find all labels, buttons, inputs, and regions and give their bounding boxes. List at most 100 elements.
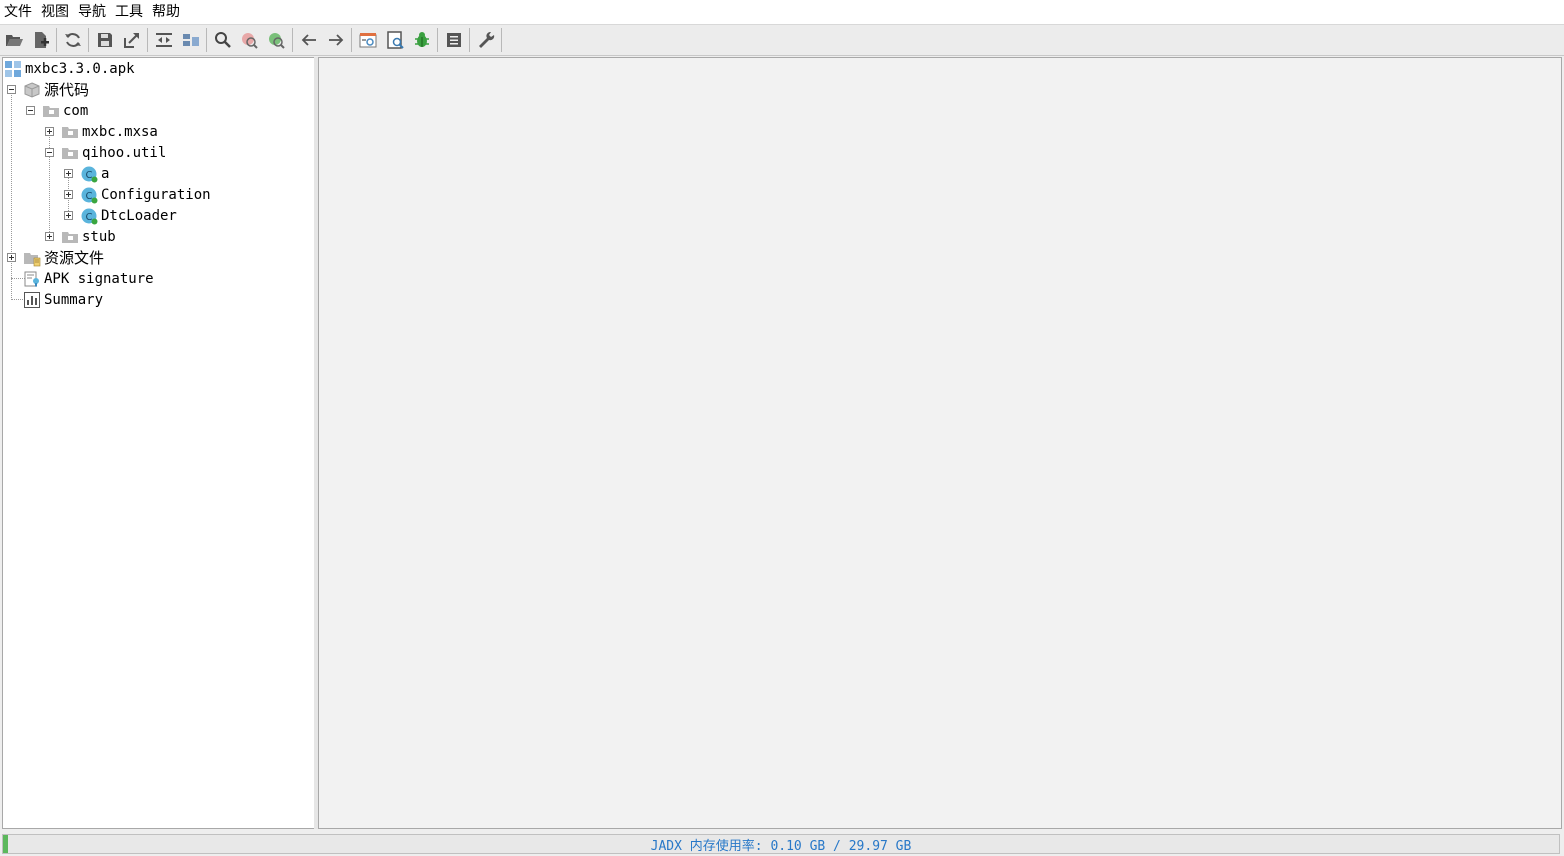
tree-label: mxbc.mxsa bbox=[82, 123, 158, 140]
folder-icon bbox=[60, 227, 80, 247]
search-class-icon bbox=[242, 33, 258, 49]
menu-navigation[interactable]: 导航 bbox=[74, 0, 111, 24]
tree-node-mxbc[interactable]: mxbc.mxsa bbox=[60, 121, 158, 142]
tree-label: APK signature bbox=[44, 270, 154, 287]
tree-node-resources[interactable]: 资源文件 bbox=[22, 247, 104, 268]
toolbar-separator bbox=[469, 28, 470, 52]
class-icon: C bbox=[79, 185, 99, 205]
resource-folder-icon bbox=[22, 248, 42, 268]
collapse-toggle[interactable] bbox=[7, 85, 16, 94]
tree-label: stub bbox=[82, 228, 116, 245]
sync-tree-button[interactable] bbox=[151, 27, 177, 53]
menu-file[interactable]: 文件 bbox=[0, 0, 37, 24]
tree-node-apk[interactable]: mxbc3.3.0.apk bbox=[3, 58, 135, 79]
tree-label: 资源文件 bbox=[44, 249, 105, 267]
tree-label: com bbox=[63, 102, 89, 119]
folder-open-icon bbox=[6, 35, 23, 46]
certificate-icon bbox=[22, 269, 42, 289]
sync-tree-icon bbox=[156, 33, 172, 47]
add-file-button[interactable] bbox=[28, 27, 54, 53]
search-class-button[interactable] bbox=[237, 27, 263, 53]
toolbar-separator bbox=[56, 28, 57, 52]
tree-node-class-configuration[interactable]: C Configuration bbox=[79, 184, 211, 205]
collapse-toggle[interactable] bbox=[45, 148, 54, 157]
toolbar-separator bbox=[501, 28, 502, 52]
toolbar-separator bbox=[437, 28, 438, 52]
tree-label: qihoo.util bbox=[82, 144, 167, 161]
folder-icon bbox=[60, 122, 80, 142]
export-icon bbox=[124, 33, 139, 48]
settings-icon bbox=[479, 31, 495, 48]
menu-view[interactable]: 视图 bbox=[37, 0, 74, 24]
editor-area bbox=[318, 57, 1562, 829]
sync-icon bbox=[65, 33, 81, 47]
tree-label: Configuration bbox=[101, 186, 211, 203]
toolbar-separator bbox=[206, 28, 207, 52]
debug-icon bbox=[415, 32, 429, 47]
tree-node-class-dtcloader[interactable]: C DtcLoader bbox=[79, 205, 177, 226]
tree-node-summary[interactable]: Summary bbox=[22, 289, 103, 310]
apk-icon bbox=[3, 59, 23, 79]
memory-progress-bar bbox=[3, 835, 8, 853]
add-file-icon bbox=[35, 32, 49, 48]
search-button[interactable] bbox=[210, 27, 236, 53]
save-icon bbox=[98, 33, 112, 47]
toolbar-separator bbox=[147, 28, 148, 52]
expand-toggle[interactable] bbox=[7, 253, 16, 262]
save-button[interactable] bbox=[92, 27, 118, 53]
expand-toggle[interactable] bbox=[64, 190, 73, 199]
settings-button[interactable] bbox=[473, 27, 499, 53]
log-button[interactable] bbox=[441, 27, 467, 53]
toolbar-separator bbox=[351, 28, 352, 52]
tree-node-source-code[interactable]: 源代码 bbox=[22, 79, 89, 100]
deobfuscation-icon bbox=[359, 33, 377, 48]
sync-button[interactable] bbox=[60, 27, 86, 53]
search-usage-button[interactable] bbox=[264, 27, 290, 53]
back-icon bbox=[301, 34, 316, 46]
search-usage-icon bbox=[269, 33, 285, 49]
quick-tab-icon bbox=[387, 31, 404, 49]
flatten-button[interactable] bbox=[178, 27, 204, 53]
tree-node-class-a[interactable]: C a bbox=[79, 163, 109, 184]
summary-chart-icon bbox=[22, 290, 42, 310]
back-button[interactable] bbox=[296, 27, 322, 53]
folder-open-button[interactable] bbox=[1, 27, 27, 53]
toolbar bbox=[0, 25, 1564, 56]
memory-usage-text: JADX 内存使用率: 0.10 GB / 29.97 GB bbox=[650, 838, 912, 854]
svg-text:C: C bbox=[86, 170, 93, 181]
folder-icon bbox=[60, 143, 80, 163]
expand-toggle[interactable] bbox=[64, 169, 73, 178]
package-box-icon bbox=[22, 80, 42, 100]
svg-text:C: C bbox=[86, 212, 93, 223]
tree-label: Summary bbox=[44, 291, 104, 308]
tree-label: mxbc3.3.0.apk bbox=[25, 60, 135, 77]
log-icon bbox=[447, 33, 461, 47]
forward-button[interactable] bbox=[323, 27, 349, 53]
tree-label: DtcLoader bbox=[101, 207, 177, 224]
tree-line bbox=[11, 88, 12, 300]
tree-node-com[interactable]: com bbox=[41, 100, 88, 121]
tree-label: a bbox=[101, 165, 110, 182]
status-bar: JADX 内存使用率: 0.10 GB / 29.97 GB bbox=[2, 834, 1560, 854]
quick-tab-button[interactable] bbox=[382, 27, 408, 53]
expand-toggle[interactable] bbox=[45, 127, 54, 136]
tree-node-apk-signature[interactable]: APK signature bbox=[22, 268, 154, 289]
file-tree[interactable]: mxbc3.3.0.apk 源代码 com mxbc.mxsa qihoo.ut… bbox=[2, 57, 315, 829]
expand-toggle[interactable] bbox=[64, 211, 73, 220]
collapse-toggle[interactable] bbox=[26, 106, 35, 115]
tree-node-stub[interactable]: stub bbox=[60, 226, 116, 247]
menu-bar: 文件 视图 导航 工具 帮助 bbox=[0, 0, 1564, 25]
menu-tools[interactable]: 工具 bbox=[111, 0, 148, 24]
expand-toggle[interactable] bbox=[45, 232, 54, 241]
class-icon: C bbox=[79, 206, 99, 226]
folder-icon bbox=[41, 101, 61, 121]
deobfuscation-button[interactable] bbox=[355, 27, 381, 53]
menu-help[interactable]: 帮助 bbox=[148, 0, 185, 24]
debug-button[interactable] bbox=[409, 27, 435, 53]
tree-line bbox=[49, 130, 50, 236]
toolbar-separator bbox=[292, 28, 293, 52]
export-button[interactable] bbox=[119, 27, 145, 53]
toolbar-separator bbox=[88, 28, 89, 52]
tree-node-qihoo[interactable]: qihoo.util bbox=[60, 142, 166, 163]
flatten-icon bbox=[183, 34, 199, 46]
